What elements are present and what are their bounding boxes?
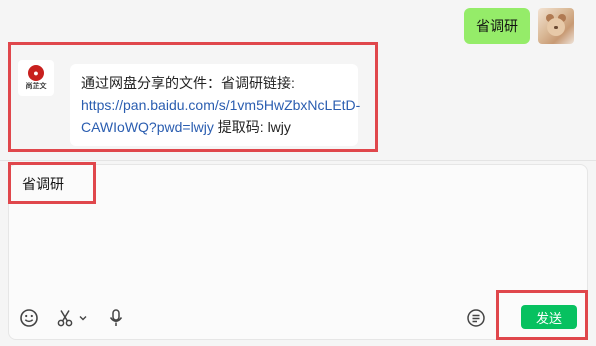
microphone-icon[interactable] xyxy=(105,307,127,329)
incoming-message-bubble[interactable]: 通过网盘分享的文件：省调研链接: https://pan.baidu.com/s… xyxy=(70,64,360,146)
contact-avatar[interactable]: ● 尚芷文 xyxy=(18,60,54,96)
send-button[interactable]: 发送 xyxy=(521,305,577,329)
divider xyxy=(0,160,596,161)
outgoing-message-row: 省调研 xyxy=(464,8,574,44)
composer-draft-text[interactable]: 省调研 xyxy=(22,175,64,193)
chevron-down-icon[interactable] xyxy=(77,311,89,325)
message-prefix: 通过网盘分享的文件：省调研链接: xyxy=(81,75,295,91)
scissors-icon[interactable] xyxy=(54,307,76,329)
message-suffix: 提取码: lwjy xyxy=(213,119,291,135)
emoji-icon[interactable] xyxy=(18,307,40,329)
chat-history-icon[interactable] xyxy=(465,307,487,329)
chat-message-area: 省调研 ● 尚芷文 通过网盘分享的文件：省调研链接: https://pan.b… xyxy=(0,0,596,160)
brand-avatar-text: 尚芷文 xyxy=(25,83,47,90)
outgoing-message-bubble[interactable]: 省调研 xyxy=(464,8,530,44)
brand-logo-icon: ● xyxy=(28,65,44,81)
self-avatar[interactable] xyxy=(538,8,574,44)
